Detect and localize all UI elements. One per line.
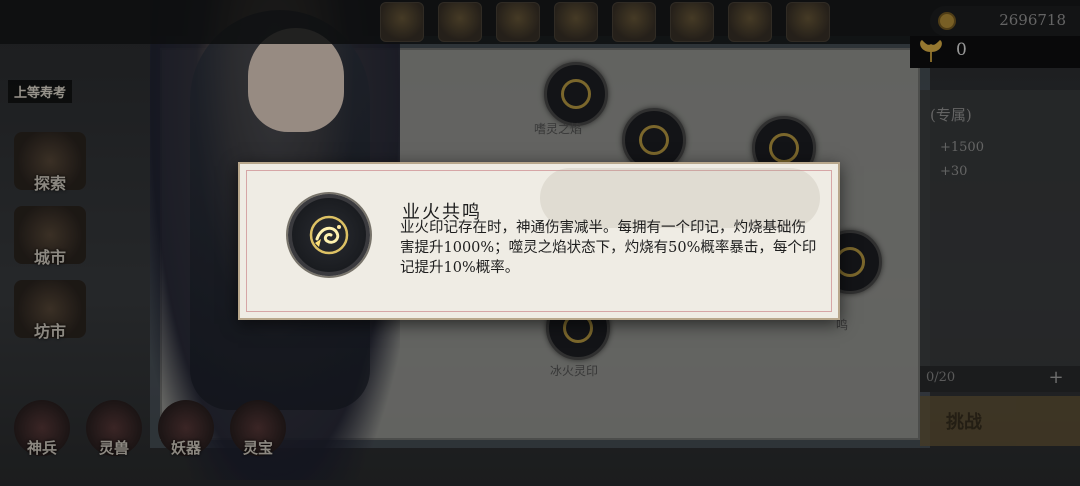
skill-icon bbox=[288, 194, 370, 276]
skill-tooltip: 业火共鸣 业火印记存在时，神通伤害减半。每拥有一个印记，灼烧基础伤害提升1000… bbox=[238, 162, 840, 320]
skill-description: 业火印记存在时，神通伤害减半。每拥有一个印记，灼烧基础伤害提升1000%；噬灵之… bbox=[400, 220, 817, 276]
flame-swirl-icon bbox=[309, 215, 349, 255]
